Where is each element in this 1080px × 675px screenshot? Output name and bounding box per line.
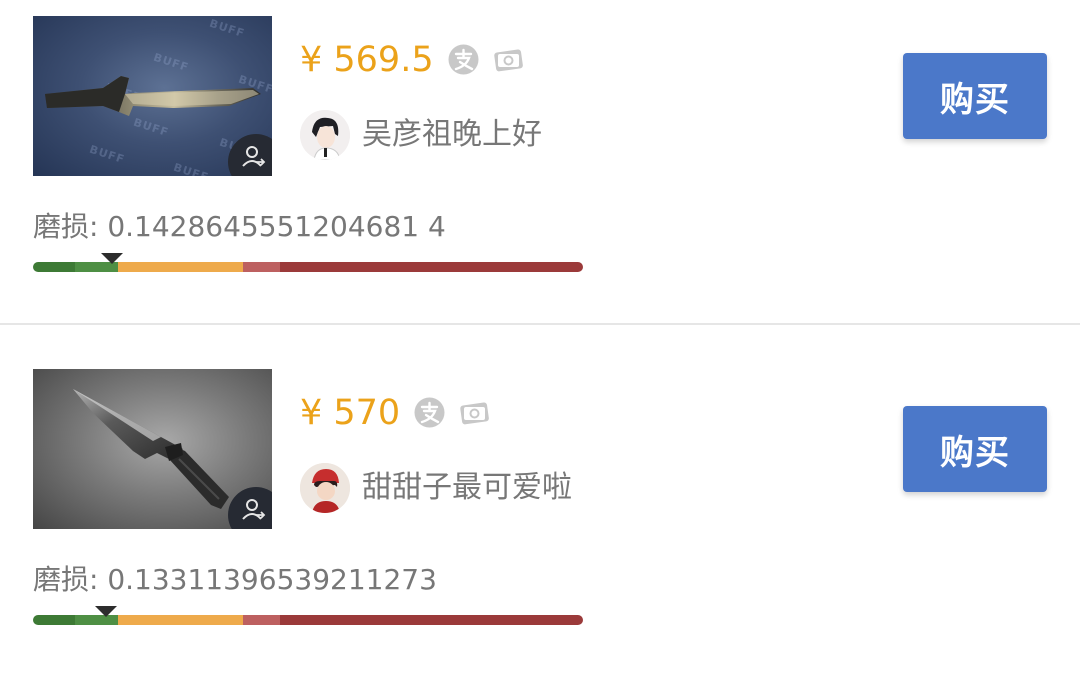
wear-value: 磨损: 0.1428645551204681 4 [33,210,446,243]
item-thumbnail[interactable]: BUFF BUFF BUFF BUFF BUFF BUFF BUFF BUFF [33,16,272,176]
wear-segment-field-tested [118,615,243,625]
wear-marker-icon [95,606,118,617]
wear-bar [33,606,583,625]
item-thumbnail[interactable] [33,369,272,529]
seller-name[interactable]: 甜甜子最可爱啦 [362,466,572,510]
wear-value: 磨损: 0.13311396539211273 [33,563,437,596]
listing-item[interactable]: ¥ 570 甜甜子最可爱啦 购买 磨损: 0.13311396539211273 [0,353,1080,673]
wear-segment-battle-scarred [280,262,583,272]
alipay-icon [448,44,479,75]
card-payment-icon [460,402,489,425]
item-price: ¥ 569.5 [300,40,434,80]
buy-button[interactable]: 购买 [903,53,1047,139]
listing-divider [0,323,1080,325]
wear-segment-factory-new [33,615,75,625]
wear-segment-factory-new [33,262,75,272]
wear-segment-field-tested [118,262,243,272]
seller-name[interactable]: 吴彦祖晚上好 [362,113,542,157]
seller-avatar[interactable] [300,110,350,160]
listing-item[interactable]: BUFF BUFF BUFF BUFF BUFF BUFF BUFF BUFF [0,0,1080,320]
wear-segment-well-worn [243,615,280,625]
wear-bar [33,253,583,272]
wear-marker-icon [100,253,123,264]
wear-segment-well-worn [243,262,280,272]
alipay-icon [414,397,445,428]
seller-avatar[interactable] [300,463,350,513]
buy-button[interactable]: 购买 [903,406,1047,492]
card-payment-icon [494,49,523,72]
wear-segment-battle-scarred [280,615,583,625]
item-price: ¥ 570 [300,393,401,433]
